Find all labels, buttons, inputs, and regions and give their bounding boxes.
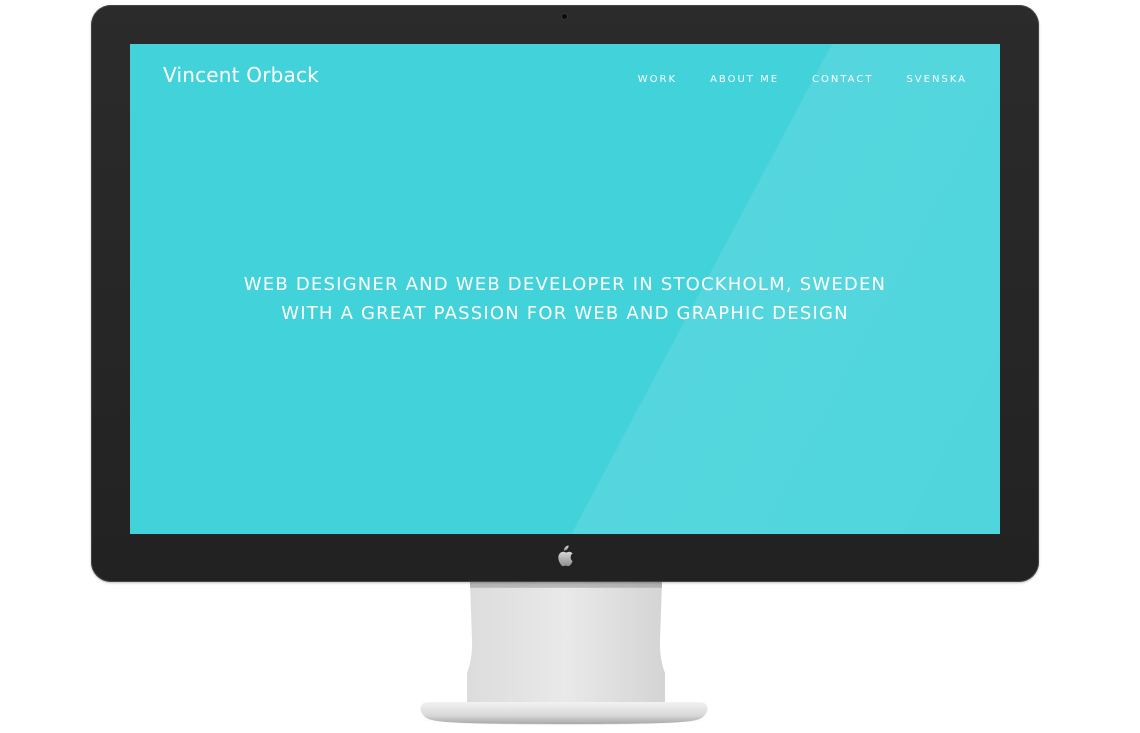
- nav-item-work[interactable]: WORK: [638, 74, 677, 85]
- nav-item-svenska[interactable]: SVENSKA: [906, 74, 967, 85]
- hero-tagline: WEB DESIGNER AND WEB DEVELOPER IN STOCKH…: [130, 270, 1000, 328]
- stand-base: [420, 702, 708, 724]
- tagline-line-2: WITH A GREAT PASSION FOR WEB AND GRAPHIC…: [281, 303, 849, 324]
- camera-icon: [561, 13, 568, 20]
- nav-item-about-me[interactable]: ABOUT ME: [710, 74, 779, 85]
- nav-item-contact[interactable]: CONTACT: [812, 74, 873, 85]
- website-screen: Vincent Orback WORK ABOUT ME CONTACT SVE…: [130, 44, 1000, 534]
- main-nav: WORK ABOUT ME CONTACT SVENSKA: [605, 74, 967, 85]
- site-logo-link[interactable]: Vincent Orback: [163, 63, 319, 87]
- tagline-line-1: WEB DESIGNER AND WEB DEVELOPER IN STOCKH…: [243, 274, 887, 295]
- apple-logo-icon: [558, 545, 573, 567]
- monitor-mockup: Vincent Orback WORK ABOUT ME CONTACT SVE…: [0, 0, 1140, 733]
